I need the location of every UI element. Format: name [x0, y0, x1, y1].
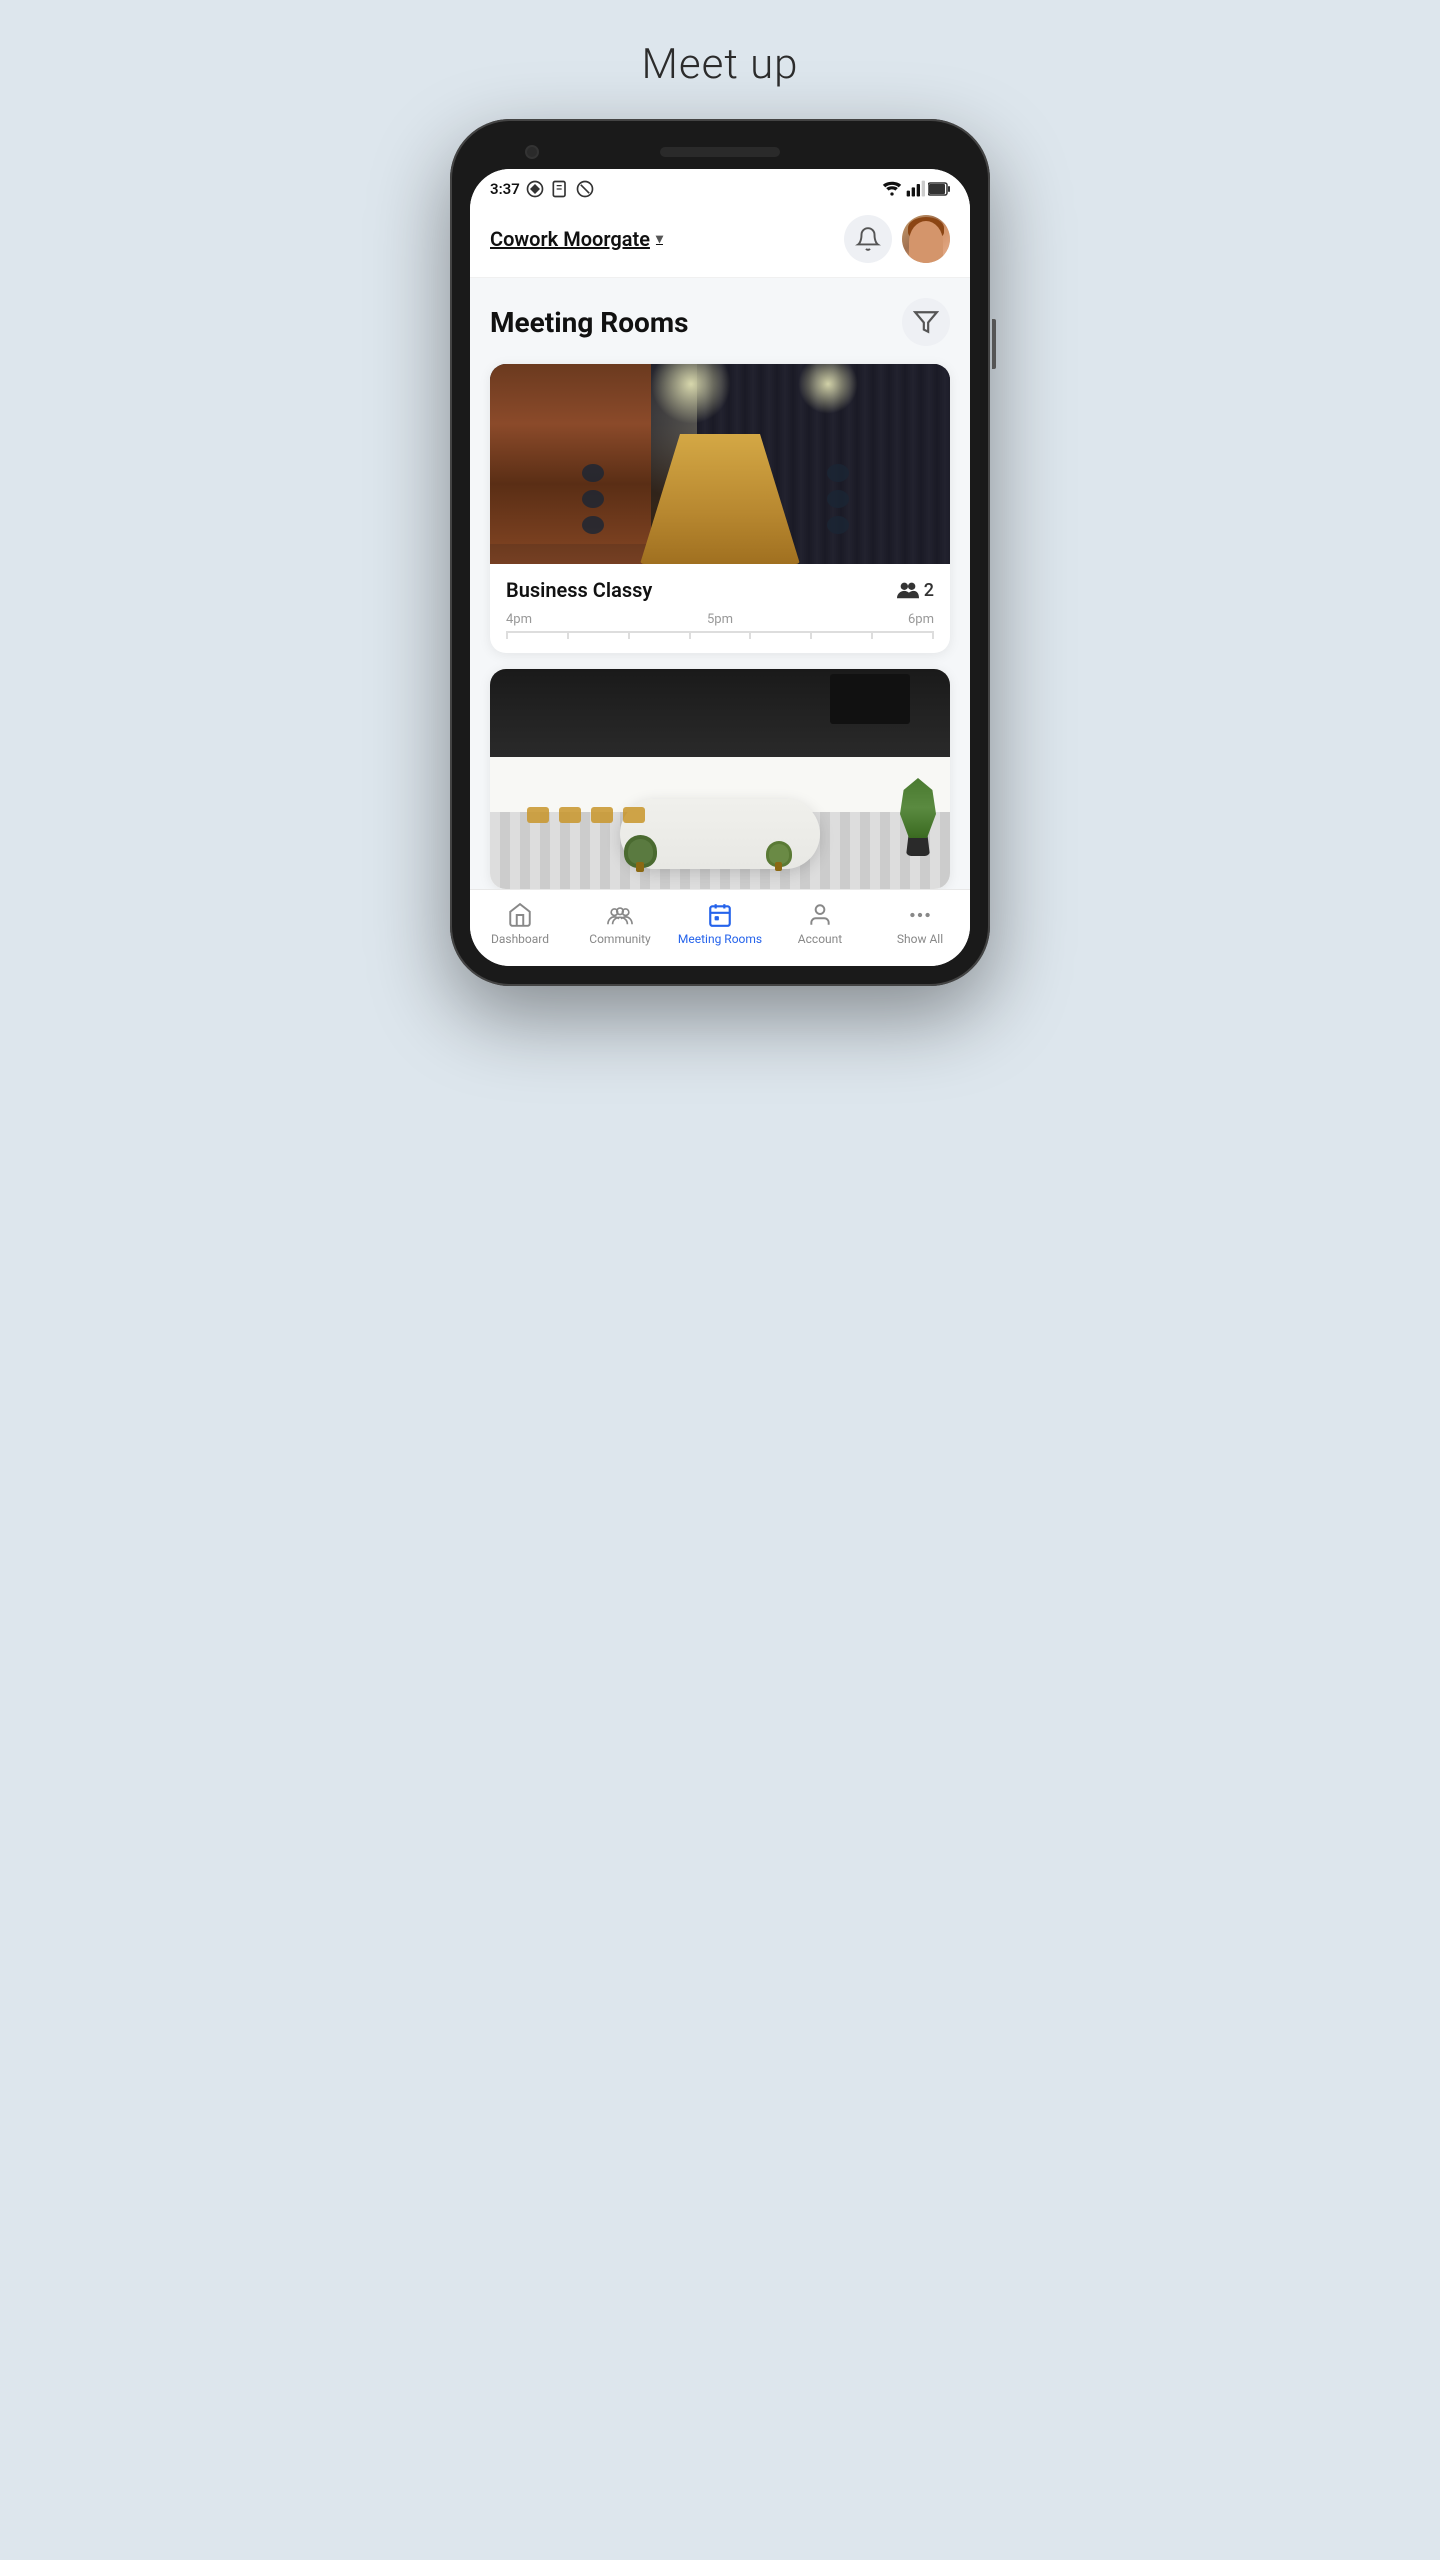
- nav-item-community[interactable]: Community: [570, 902, 670, 946]
- status-left: 3:37: [490, 179, 595, 199]
- status-time: 3:37: [490, 180, 520, 198]
- phone-side-button: [992, 319, 996, 369]
- tick-3: [628, 631, 689, 639]
- nav-item-show-all[interactable]: Show All: [870, 902, 970, 946]
- avatar-button[interactable]: [902, 215, 950, 263]
- nav-label-dashboard: Dashboard: [491, 932, 549, 946]
- main-content: Meeting Rooms: [470, 278, 970, 889]
- section-header: Meeting Rooms: [490, 298, 950, 346]
- nav-label-community: Community: [589, 932, 650, 946]
- phone-speaker: [660, 147, 780, 157]
- community-icon: [607, 902, 633, 928]
- account-icon: [807, 902, 833, 928]
- battery-icon: [928, 182, 950, 196]
- time-label-6pm: 6pm: [908, 612, 934, 627]
- time-label-5pm: 5pm: [707, 612, 733, 627]
- chairs-right: [827, 464, 849, 534]
- tick-1: [506, 631, 567, 639]
- plant-left: [628, 839, 653, 864]
- phone-screen: 3:37: [470, 169, 970, 966]
- avatar-face: [909, 221, 943, 263]
- people-icon-1: [897, 581, 919, 599]
- status-icon-1: [525, 179, 545, 199]
- location-name: Cowork Moorgate: [490, 227, 650, 251]
- signal-icon: [905, 179, 925, 199]
- tick-2: [567, 631, 628, 639]
- app-header: Cowork Moorgate ▾: [470, 205, 970, 278]
- chairs-bottom: [527, 807, 645, 823]
- tv-screen: [830, 674, 910, 724]
- room-name-1: Business Classy: [506, 578, 652, 602]
- bell-icon: [855, 226, 881, 252]
- floor-plant: [898, 776, 938, 856]
- room-image-2: [490, 669, 950, 889]
- capacity-count-1: 2: [924, 580, 934, 601]
- home-icon: [507, 902, 533, 928]
- phone-camera: [525, 145, 539, 159]
- nav-label-account: Account: [798, 932, 842, 946]
- wood-panels: [490, 364, 651, 564]
- room-card-2[interactable]: [490, 669, 950, 889]
- nav-item-meeting-rooms[interactable]: Meeting Rooms: [670, 902, 770, 946]
- room-capacity-1: 2: [897, 580, 934, 601]
- notification-button[interactable]: [844, 215, 892, 263]
- status-icon-2: [550, 179, 570, 199]
- more-icon: [907, 902, 933, 928]
- header-actions: [844, 215, 950, 263]
- phone-mockup: 3:37: [450, 119, 990, 986]
- phone-top-bar: [470, 139, 970, 169]
- location-selector[interactable]: Cowork Moorgate ▾: [490, 227, 663, 251]
- tick-7: [871, 631, 934, 639]
- plant-right: [769, 844, 789, 864]
- avatar-image: [902, 215, 950, 263]
- time-labels-1: 4pm 5pm 6pm: [506, 612, 934, 627]
- chairs-left: [582, 464, 604, 534]
- section-title: Meeting Rooms: [490, 306, 688, 339]
- time-label-4pm: 4pm: [506, 612, 532, 627]
- time-ticks-1: [506, 631, 934, 639]
- status-icon-3: [575, 179, 595, 199]
- wifi-icon: [882, 179, 902, 199]
- nav-item-dashboard[interactable]: Dashboard: [470, 902, 570, 946]
- time-bar-1: 4pm 5pm 6pm: [506, 612, 934, 639]
- status-right: [882, 179, 950, 199]
- calendar-icon: [707, 902, 733, 928]
- nav-label-show-all: Show All: [897, 932, 943, 946]
- room-image-1: [490, 364, 950, 564]
- chevron-down-icon: ▾: [656, 231, 663, 247]
- room-card-1[interactable]: Business Classy 2 4pm: [490, 364, 950, 653]
- tick-6: [810, 631, 871, 639]
- bottom-nav: Dashboard Community: [470, 889, 970, 966]
- filter-button[interactable]: [902, 298, 950, 346]
- filter-icon: [913, 309, 939, 335]
- room-name-row-1: Business Classy 2: [506, 578, 934, 602]
- table-perspective: [640, 434, 800, 564]
- tick-5: [749, 631, 810, 639]
- nav-label-meeting-rooms: Meeting Rooms: [678, 932, 762, 946]
- nav-item-account[interactable]: Account: [770, 902, 870, 946]
- room-info-1: Business Classy 2 4pm: [490, 564, 950, 653]
- tick-4: [689, 631, 750, 639]
- status-bar: 3:37: [470, 169, 970, 205]
- app-title-container: Meet up: [642, 40, 799, 119]
- app-title: Meet up: [642, 40, 799, 89]
